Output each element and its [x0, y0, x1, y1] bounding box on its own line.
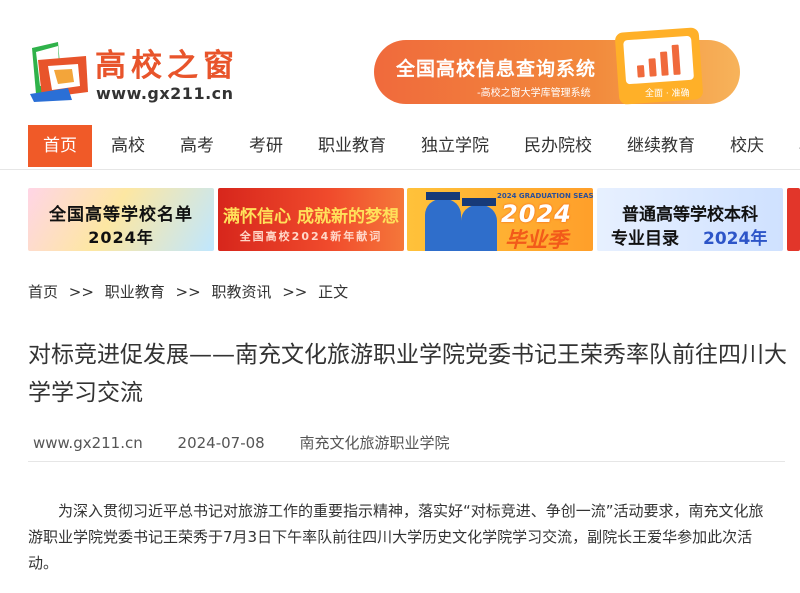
- promo-title: 普通高等学校本科: [622, 205, 758, 225]
- graduation-cap-icon: [426, 192, 460, 200]
- article-date: 2024-07-08: [177, 434, 265, 452]
- graduation-cap-icon: [462, 198, 496, 206]
- banner-caption: 全面 · 准确: [645, 89, 690, 99]
- breadcrumb-separator: >>: [175, 283, 201, 301]
- logo-emblem-icon: [30, 42, 88, 102]
- breadcrumb-vocational[interactable]: 职业教育: [105, 283, 165, 301]
- promo-new-year-address[interactable]: 满怀信心 成就新的梦想 全国高校2024新年献词: [218, 188, 404, 251]
- nav-item-gaokao[interactable]: 高考: [164, 125, 230, 167]
- breadcrumb-current: 正文: [318, 283, 349, 301]
- nav-item-universities[interactable]: 高校: [95, 125, 161, 167]
- breadcrumb-home[interactable]: 首页: [28, 283, 58, 301]
- nav-item-vocational[interactable]: 职业教育: [302, 125, 402, 167]
- banner-title: 全国高校信息查询系统: [396, 58, 597, 80]
- graduate-figure-icon: [461, 205, 497, 251]
- article-meta: www.gx211.cn 2024-07-08 南充文化旅游职业学院: [33, 432, 480, 453]
- logo-url: www.gx211.cn: [96, 84, 234, 103]
- promo-title: 全国高等学校名单: [49, 205, 193, 225]
- promo-subtitle: 全国高校2024新年献词: [239, 230, 383, 243]
- divider: [28, 461, 785, 462]
- nav-item-anniversary[interactable]: 校庆: [714, 125, 780, 167]
- nav-item-campus[interactable]: 校园: [783, 125, 800, 167]
- article-title: 对标竞进促发展——南充文化旅游职业学院党委书记王荣秀率队前往四川大学学习交流: [28, 342, 787, 406]
- nav-item-private-colleges[interactable]: 民办院校: [508, 125, 608, 167]
- breadcrumb: 首页 >> 职业教育 >> 职教资讯 >> 正文: [28, 281, 348, 302]
- breadcrumb-separator: >>: [68, 283, 94, 301]
- breadcrumb-separator: >>: [282, 283, 308, 301]
- article-paragraph: 为深入贯彻习近平总书记对旅游工作的重要指示精神，落实好“对标竞进、争创一流”活动…: [28, 502, 764, 572]
- nav-item-home[interactable]: 首页: [28, 125, 92, 167]
- promo-title: 毕业季: [505, 228, 568, 251]
- logo-name: 高校之窗: [95, 48, 239, 84]
- article-author: 南充文化旅游职业学院: [299, 434, 450, 452]
- banner-subtitle: -高校之窗大学库管理系统: [477, 88, 591, 99]
- promo-subtitle: 2024年: [88, 228, 154, 247]
- promo-undergraduate-catalog[interactable]: 普通高等学校本科 专业目录 2024年: [597, 188, 783, 251]
- promo-subtitle: 专业目录: [611, 229, 679, 249]
- article-source: www.gx211.cn: [33, 434, 143, 452]
- promo-year: 2024年: [703, 229, 768, 249]
- site-logo[interactable]: 高校之窗 www.gx211.cn: [28, 38, 258, 108]
- promo-university-list[interactable]: 全国高等学校名单 2024年: [28, 188, 214, 251]
- promo-title: 满怀信心 成就新的梦想: [223, 207, 399, 227]
- main-nav-bar: 首页 高校 高考 考研 职业教育 独立学院 民办院校 继续教育 校庆 校园: [0, 125, 800, 170]
- graduate-figure-icon: [425, 199, 461, 251]
- promo-partial[interactable]: [787, 188, 800, 251]
- promo-caption: 2024 GRADUATION SEASON: [497, 192, 593, 200]
- nav-item-independent-colleges[interactable]: 独立学院: [405, 125, 505, 167]
- nav-item-continuing-education[interactable]: 继续教育: [611, 125, 711, 167]
- main-nav: 首页 高校 高考 考研 职业教育 独立学院 民办院校 继续教育 校庆 校园: [28, 125, 800, 167]
- promo-graduation-season[interactable]: 2024 GRADUATION SEASON 2024 毕业季: [407, 188, 593, 251]
- nav-item-kaoyan[interactable]: 考研: [233, 125, 299, 167]
- breadcrumb-vocational-news[interactable]: 职教资讯: [211, 283, 271, 301]
